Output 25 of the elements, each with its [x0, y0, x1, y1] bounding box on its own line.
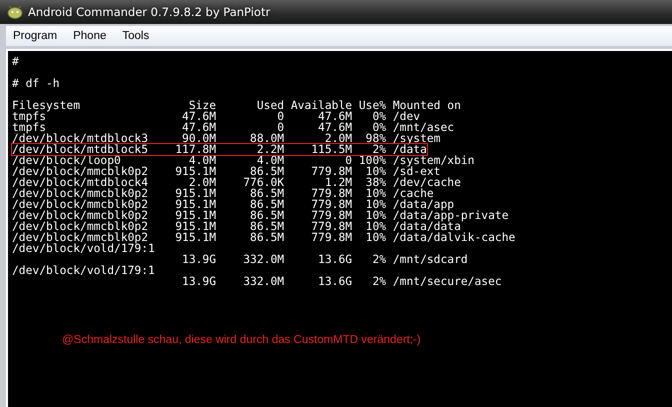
terminal-line: /dev/block/mtdblock5 117.8M 2.2M 115.5M 2% /data	[12, 144, 427, 155]
menu-item[interactable]: Phone	[72, 30, 108, 42]
terminal-line: tmpfs 47.6M 0 47.6M 0% /dev	[12, 111, 420, 122]
terminal-line: #	[12, 56, 19, 67]
app-icon	[7, 5, 23, 19]
window-title: Android Commander 0.7.9.8.2 by PanPiotr	[28, 5, 270, 19]
terminal-line: 13.9G 332.0M 13.6G 2% /mnt/secure/asec	[181, 276, 502, 287]
terminal-line: /dev/block/mtdblock3 90.0M 88.0M 2.0M 98% /system	[12, 133, 440, 144]
terminal-line: /dev/block/mmcblk0p2 915.1M 86.5M 779.8M 10% /data/app-private	[12, 210, 508, 221]
menu-item[interactable]: Tools	[121, 30, 150, 42]
terminal-line: /dev/block/mmcblk0p2 915.1M 86.5M 779.8M 10% /data/dalvik-cache	[12, 232, 516, 243]
terminal-line: /dev/block/mmcblk0p2 915.1M 86.5M 779.8M 10% /cache	[12, 188, 434, 199]
terminal-line: /dev/block/vold/179:1	[12, 243, 155, 254]
terminal-line: /dev/block/vold/179:1	[12, 265, 155, 276]
terminal-line: /dev/block/mmcblk0p2 915.1M 86.5M 779.8M 10% /sd-ext	[12, 166, 440, 177]
terminal-line: tmpfs 47.6M 0 47.6M 0% /mnt/asec	[12, 122, 454, 133]
terminal-line: # df -h	[12, 78, 60, 89]
annotation-text: @Schmalzstulle schau, diese wird durch das CustomMTD verändert;-)	[62, 334, 421, 346]
terminal-line: Filesystem Size Used Available Use% Mounted on	[12, 100, 461, 111]
terminal-line: /dev/block/mmcblk0p2 915.1M 86.5M 779.8M 10% /data/app	[12, 199, 454, 210]
terminal-line: 13.9G 332.0M 13.6G 2% /mnt/sdcard	[181, 254, 468, 265]
menu-item[interactable]: Program	[12, 30, 58, 42]
terminal-line: /dev/block/loop0 4.0M 4.0M 0 100% /system/xbin	[12, 155, 474, 166]
terminal-line: /dev/block/mtdblock4 2.0M 776.0K 1.2M 38% /dev/cache	[12, 177, 461, 188]
terminal-line: /dev/block/mmcblk0p2 915.1M 86.5M 779.8M 10% /data/data	[12, 221, 461, 232]
